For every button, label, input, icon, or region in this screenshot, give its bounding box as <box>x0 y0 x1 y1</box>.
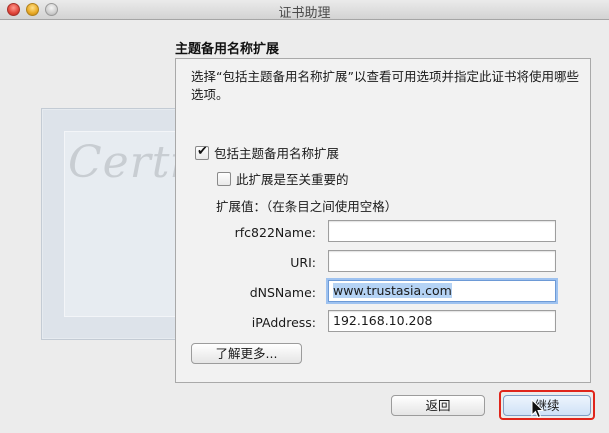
include-extension-checkbox[interactable] <box>195 144 209 160</box>
ipaddress-field[interactable]: 192.168.10.208 <box>328 310 556 332</box>
uri-label: URI: <box>290 255 316 270</box>
critical-extension-label: 此扩展是至关重要的 <box>236 172 349 187</box>
extension-values-hint: 扩展值：（在条目之间使用空格） <box>216 199 398 214</box>
description-text: 选择“包括主题备用名称扩展”以查看可用选项并指定此证书将使用哪些选项。 <box>191 69 579 102</box>
continue-highlight-box <box>499 390 595 420</box>
dnsname-selected-text: www.trustasia.com <box>333 283 452 298</box>
mouse-pointer-icon <box>531 399 545 419</box>
rfc822name-field[interactable] <box>328 220 556 242</box>
back-button[interactable]: 返回 <box>391 395 485 416</box>
critical-extension-option[interactable]: 此扩展是至关重要的 <box>217 169 349 188</box>
dnsname-field[interactable]: www.trustasia.com <box>328 280 556 302</box>
uri-field[interactable] <box>328 250 556 272</box>
critical-extension-checkbox[interactable] <box>217 171 231 186</box>
dnsname-label: dNSName: <box>249 285 316 300</box>
learn-more-button[interactable]: 了解更多... <box>191 343 302 364</box>
include-extension-label: 包括主题备用名称扩展 <box>214 146 340 161</box>
section-title: 主题备用名称扩展 <box>175 42 280 57</box>
title-bar: 证书助理 <box>0 0 609 21</box>
ipaddress-label: iPAddress: <box>251 315 316 330</box>
window-title: 证书助理 <box>278 6 331 21</box>
include-extension-option[interactable]: 包括主题备用名称扩展 <box>195 143 339 162</box>
rfc822name-label: rfc822Name: <box>234 225 316 240</box>
